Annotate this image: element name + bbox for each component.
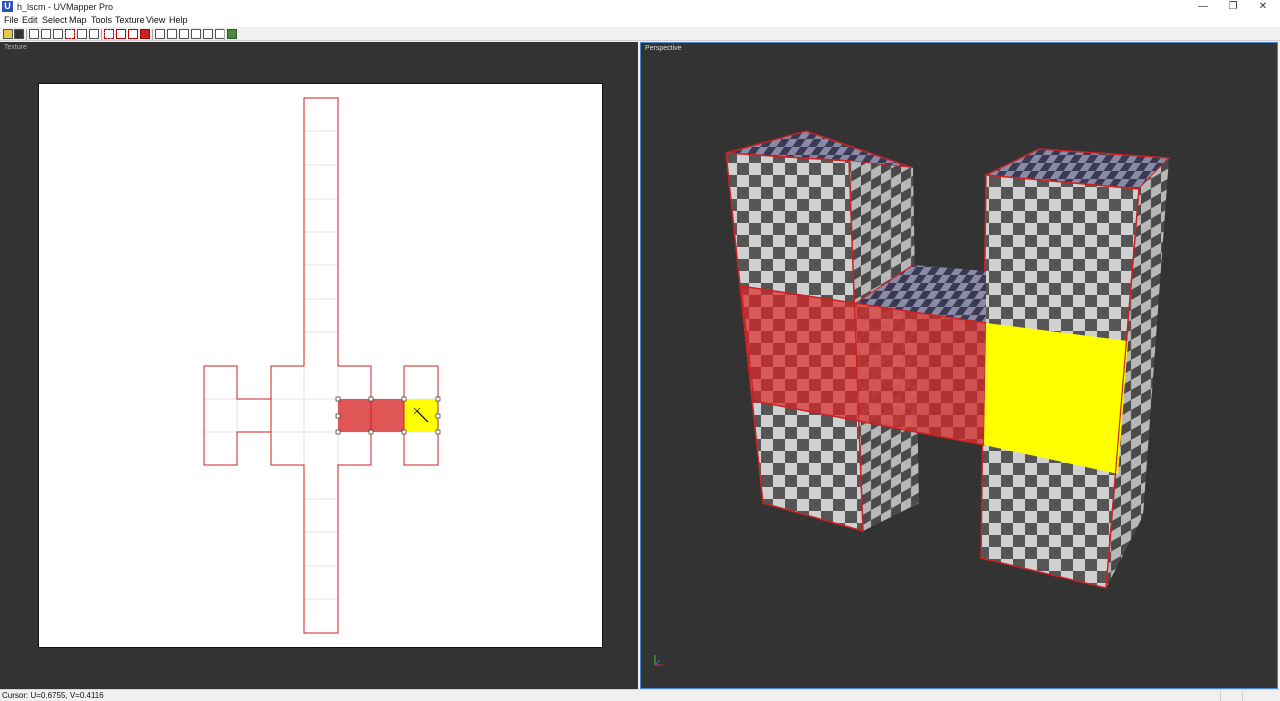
spherical-map-icon[interactable] <box>191 29 201 39</box>
pan-icon[interactable] <box>41 29 51 39</box>
cursor-coordinates: Cursor: U=0.6755, V=0.4116 <box>2 691 104 700</box>
toolbar-separator <box>224 29 225 40</box>
toolbar <box>0 27 1280 41</box>
select-rect-icon[interactable] <box>65 29 75 39</box>
zoom-icon[interactable] <box>53 29 63 39</box>
toolbar-separator <box>152 29 153 40</box>
settings-icon[interactable] <box>227 29 237 39</box>
stitch-icon[interactable] <box>203 29 213 39</box>
uv-grid-lines <box>204 130 438 600</box>
deselect-icon[interactable] <box>116 29 126 39</box>
toolbar-separator <box>101 29 102 40</box>
status-bar: Cursor: U=0.6755, V=0.4116 <box>0 689 1280 701</box>
box-map-icon[interactable] <box>155 29 165 39</box>
perspective-panel[interactable]: Perspective <box>640 42 1278 689</box>
open-icon[interactable] <box>3 29 13 39</box>
title-bar: U h_lscm - UVMapper Pro — ❐ ✕ <box>0 0 1280 14</box>
lasso-icon[interactable] <box>77 29 87 39</box>
uv-island-outline <box>203 97 439 634</box>
uvmapper-window: U h_lscm - UVMapper Pro — ❐ ✕ File Edit … <box>0 0 1280 701</box>
undo-icon[interactable] <box>29 29 39 39</box>
uv-layout[interactable] <box>39 84 604 649</box>
perspective-viewport[interactable] <box>641 43 1277 688</box>
uvmapper-app-icon: U <box>2 1 13 12</box>
menu-bar: File Edit Select Map Tools Texture View … <box>0 14 1280 27</box>
toolbar-separator <box>26 29 27 40</box>
select-all-icon[interactable] <box>128 29 138 39</box>
window-title: h_lscm - UVMapper Pro <box>17 2 114 12</box>
select-faces-icon[interactable] <box>104 29 114 39</box>
menu-tools[interactable]: Tools <box>91 14 112 27</box>
menu-file[interactable]: File <box>4 14 19 27</box>
cylindrical-map-icon[interactable] <box>179 29 189 39</box>
minimize-icon[interactable]: — <box>1188 0 1218 14</box>
menu-texture[interactable]: Texture <box>115 14 145 27</box>
menu-edit[interactable]: Edit <box>22 14 38 27</box>
axis-gizmo <box>654 655 663 666</box>
menu-select[interactable]: Select <box>42 14 67 27</box>
close-icon[interactable]: ✕ <box>1248 0 1278 14</box>
uv-texture-canvas[interactable] <box>38 83 603 648</box>
status-cell <box>1242 691 1264 701</box>
status-cell <box>1220 691 1242 701</box>
menu-help[interactable]: Help <box>169 14 188 27</box>
menu-view[interactable]: View <box>146 14 165 27</box>
delete-icon[interactable] <box>140 29 150 39</box>
pointer-icon[interactable] <box>89 29 99 39</box>
restore-icon[interactable]: ❐ <box>1218 0 1248 14</box>
planar-map-icon[interactable] <box>167 29 177 39</box>
menu-map[interactable]: Map <box>69 14 87 27</box>
save-icon[interactable] <box>14 29 24 39</box>
texture-panel-label: Texture <box>4 44 27 51</box>
texture-panel[interactable]: Texture <box>0 42 638 689</box>
